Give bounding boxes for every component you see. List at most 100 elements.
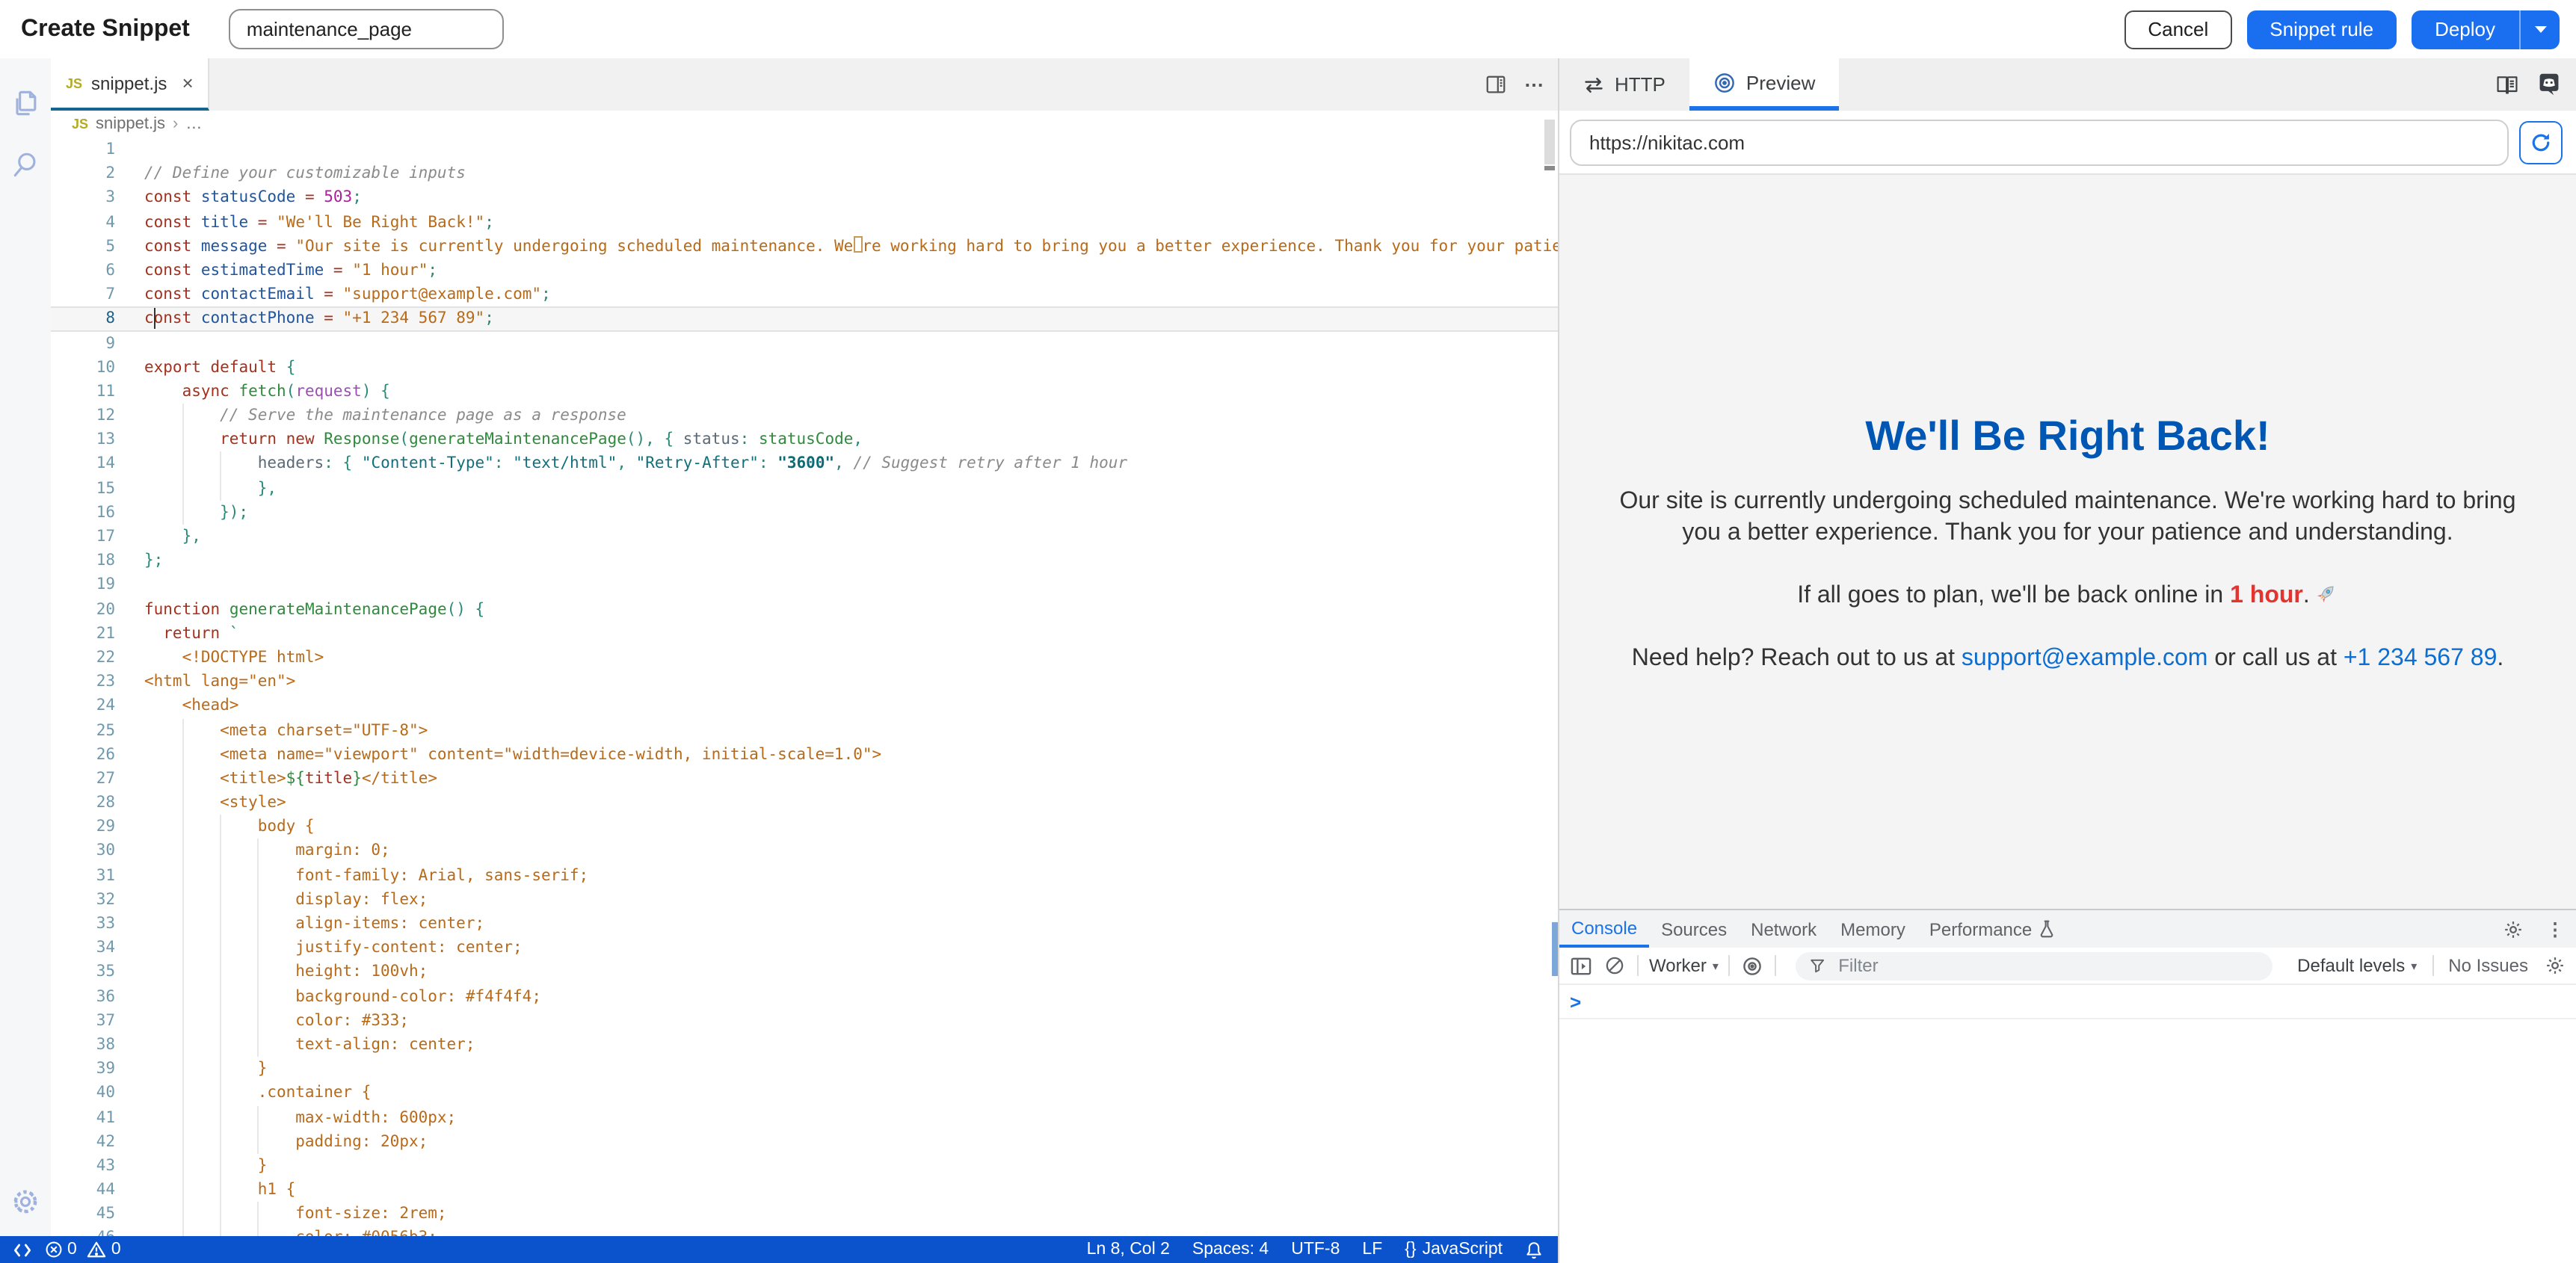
indentation-setting[interactable]: Spaces: 4 [1192,1241,1269,1259]
code-line[interactable]: 29body { [51,815,1558,839]
code-line[interactable]: 46color: #0056b3; [51,1226,1558,1236]
code-line[interactable]: 20function generateMaintenancePage() { [51,597,1558,621]
clear-console-icon[interactable] [1603,954,1627,978]
code-line[interactable]: 11async fetch(request) { [51,380,1558,404]
deploy-dropdown-button[interactable] [2519,10,2560,49]
code-line[interactable]: 12// Serve the maintenance page as a res… [51,404,1558,427]
code-line[interactable]: 18}; [51,549,1558,572]
pane-divider[interactable] [1558,58,1559,1263]
console-settings-gear-icon[interactable] [2543,954,2567,978]
code-line[interactable]: 14headers: { "Content-Type": "text/html"… [51,452,1558,476]
code-line[interactable]: 41max-width: 600px; [51,1105,1558,1129]
code-line[interactable]: 45font-size: 2rem; [51,1202,1558,1226]
snippet-rule-button[interactable]: Snippet rule [2247,10,2396,49]
code-line[interactable]: 31font-family: Arial, sans-serif; [51,863,1558,887]
breadcrumb-symbol[interactable]: … [185,115,202,133]
code-line[interactable]: 15}, [51,476,1558,500]
code-line[interactable]: 4const title = "We'll Be Right Back!"; [51,210,1558,234]
url-input[interactable] [1570,119,2509,165]
encoding-setting[interactable]: UTF-8 [1291,1241,1340,1259]
code-line[interactable]: 2// Define your customizable inputs [51,161,1558,185]
code-line[interactable]: 6const estimatedTime = "1 hour"; [51,259,1558,282]
tab-preview[interactable]: Preview [1689,58,1840,111]
code-token: : { [324,455,362,473]
console-sidebar-icon[interactable] [1568,954,1592,978]
docs-book-icon[interactable] [2495,72,2519,96]
phone-link[interactable]: +1 234 567 89 [2344,646,2498,671]
code-line[interactable]: 30margin: 0; [51,839,1558,863]
code-line[interactable]: 7const contactEmail = "support@example.c… [51,282,1558,306]
code-line[interactable]: 17}, [51,525,1558,549]
devtools-tab-sources[interactable]: Sources [1649,910,1739,948]
code-line[interactable]: 44h1 { [51,1178,1558,1202]
breadcrumb-file[interactable]: snippet.js [96,115,165,133]
editor-scrollbar-thumb[interactable] [1544,120,1555,164]
issues-counter[interactable]: No Issues [2448,955,2528,976]
code-line[interactable]: 38text-align: center; [51,1033,1558,1057]
breadcrumb[interactable]: JS snippet.js › … [51,111,1558,138]
code-line[interactable]: 5const message = "Our site is currently … [51,235,1558,259]
code-line[interactable]: 13return new Response(generateMaintenanc… [51,428,1558,452]
bell-icon[interactable] [1525,1240,1543,1259]
code-line[interactable]: 19 [51,573,1558,597]
tab-snippet-js[interactable]: JS snippet.js × [51,58,210,111]
kebab-menu-icon[interactable]: ⋮ [2543,917,2567,941]
devtools-tab-console[interactable]: Console [1559,910,1649,948]
code-line[interactable]: 39} [51,1057,1558,1081]
filter-input[interactable] [1835,954,2258,978]
split-editor-icon[interactable] [1483,72,1507,96]
code-token: : [759,455,777,473]
code-line[interactable]: 42padding: 20px; [51,1129,1558,1153]
support-email-link[interactable]: support@example.com [1962,646,2208,671]
live-expression-eye-icon[interactable] [1741,954,1765,978]
code-line[interactable]: 27<title>${title}</title> [51,767,1558,791]
code-line[interactable]: 23<html lang="en"> [51,670,1558,694]
code-line[interactable]: 35height: 100vh; [51,960,1558,984]
console-prompt[interactable]: > [1559,985,2576,1019]
code-line[interactable]: 43} [51,1154,1558,1178]
code-line[interactable]: 26<meta name="viewport" content="width=d… [51,742,1558,766]
close-tab-icon[interactable]: × [182,72,193,94]
cursor-position[interactable]: Ln 8, Col 2 [1087,1241,1170,1259]
code-token: const [144,213,201,231]
settings-gear-icon[interactable] [9,1185,42,1218]
code-line[interactable]: 37color: #333; [51,1009,1558,1033]
devtools-tab-performance[interactable]: Performance [1917,910,2068,948]
code-lines[interactable]: 12// Define your customizable inputs3con… [51,138,1558,1236]
eol-setting[interactable]: LF [1362,1241,1382,1259]
refresh-button[interactable] [2519,120,2563,164]
console-filter[interactable] [1796,951,2272,980]
code-line[interactable]: 22<!DOCTYPE html> [51,646,1558,670]
code-line[interactable]: 9 [51,331,1558,355]
code-line[interactable]: 28<style> [51,791,1558,815]
code-line[interactable]: 40.container { [51,1081,1558,1105]
files-icon[interactable] [9,87,42,120]
code-line[interactable]: 10export default { [51,355,1558,379]
devtools-settings-gear-icon[interactable] [2501,917,2525,941]
search-icon[interactable] [9,148,42,181]
code-line[interactable]: 16}); [51,501,1558,525]
language-mode[interactable]: {} JavaScript [1405,1241,1503,1259]
problems-indicator[interactable]: 0 0 [45,1241,121,1259]
log-levels-selector[interactable]: Default levels ▾ [2297,955,2417,976]
discord-icon[interactable] [2537,72,2561,96]
cancel-button[interactable]: Cancel [2124,10,2232,49]
code-line[interactable]: 24<head> [51,694,1558,718]
deploy-button[interactable]: Deploy [2411,10,2519,49]
code-line[interactable]: 25<meta charset="UTF-8"> [51,718,1558,742]
code-line[interactable]: 34justify-content: center; [51,936,1558,960]
code-line[interactable]: 1 [51,138,1558,161]
devtools-tab-network[interactable]: Network [1739,910,1828,948]
snippet-name-input[interactable] [229,9,504,49]
code-line[interactable]: 32display: flex; [51,888,1558,912]
execution-context-selector[interactable]: Worker ▾ [1649,955,1719,976]
remote-icon[interactable] [12,1240,33,1259]
code-line[interactable]: 3const statusCode = 503; [51,186,1558,210]
code-line[interactable]: 33align-items: center; [51,912,1558,936]
tab-http[interactable]: HTTP [1559,58,1689,111]
code-line[interactable]: 21return ` [51,622,1558,646]
code-line[interactable]: 8const contactPhone = "+1 234 567 89"; [51,307,1558,331]
code-line[interactable]: 36background-color: #f4f4f4; [51,984,1558,1008]
devtools-tab-memory[interactable]: Memory [1828,910,1917,948]
more-actions-icon[interactable]: ⋯ [1522,72,1546,96]
